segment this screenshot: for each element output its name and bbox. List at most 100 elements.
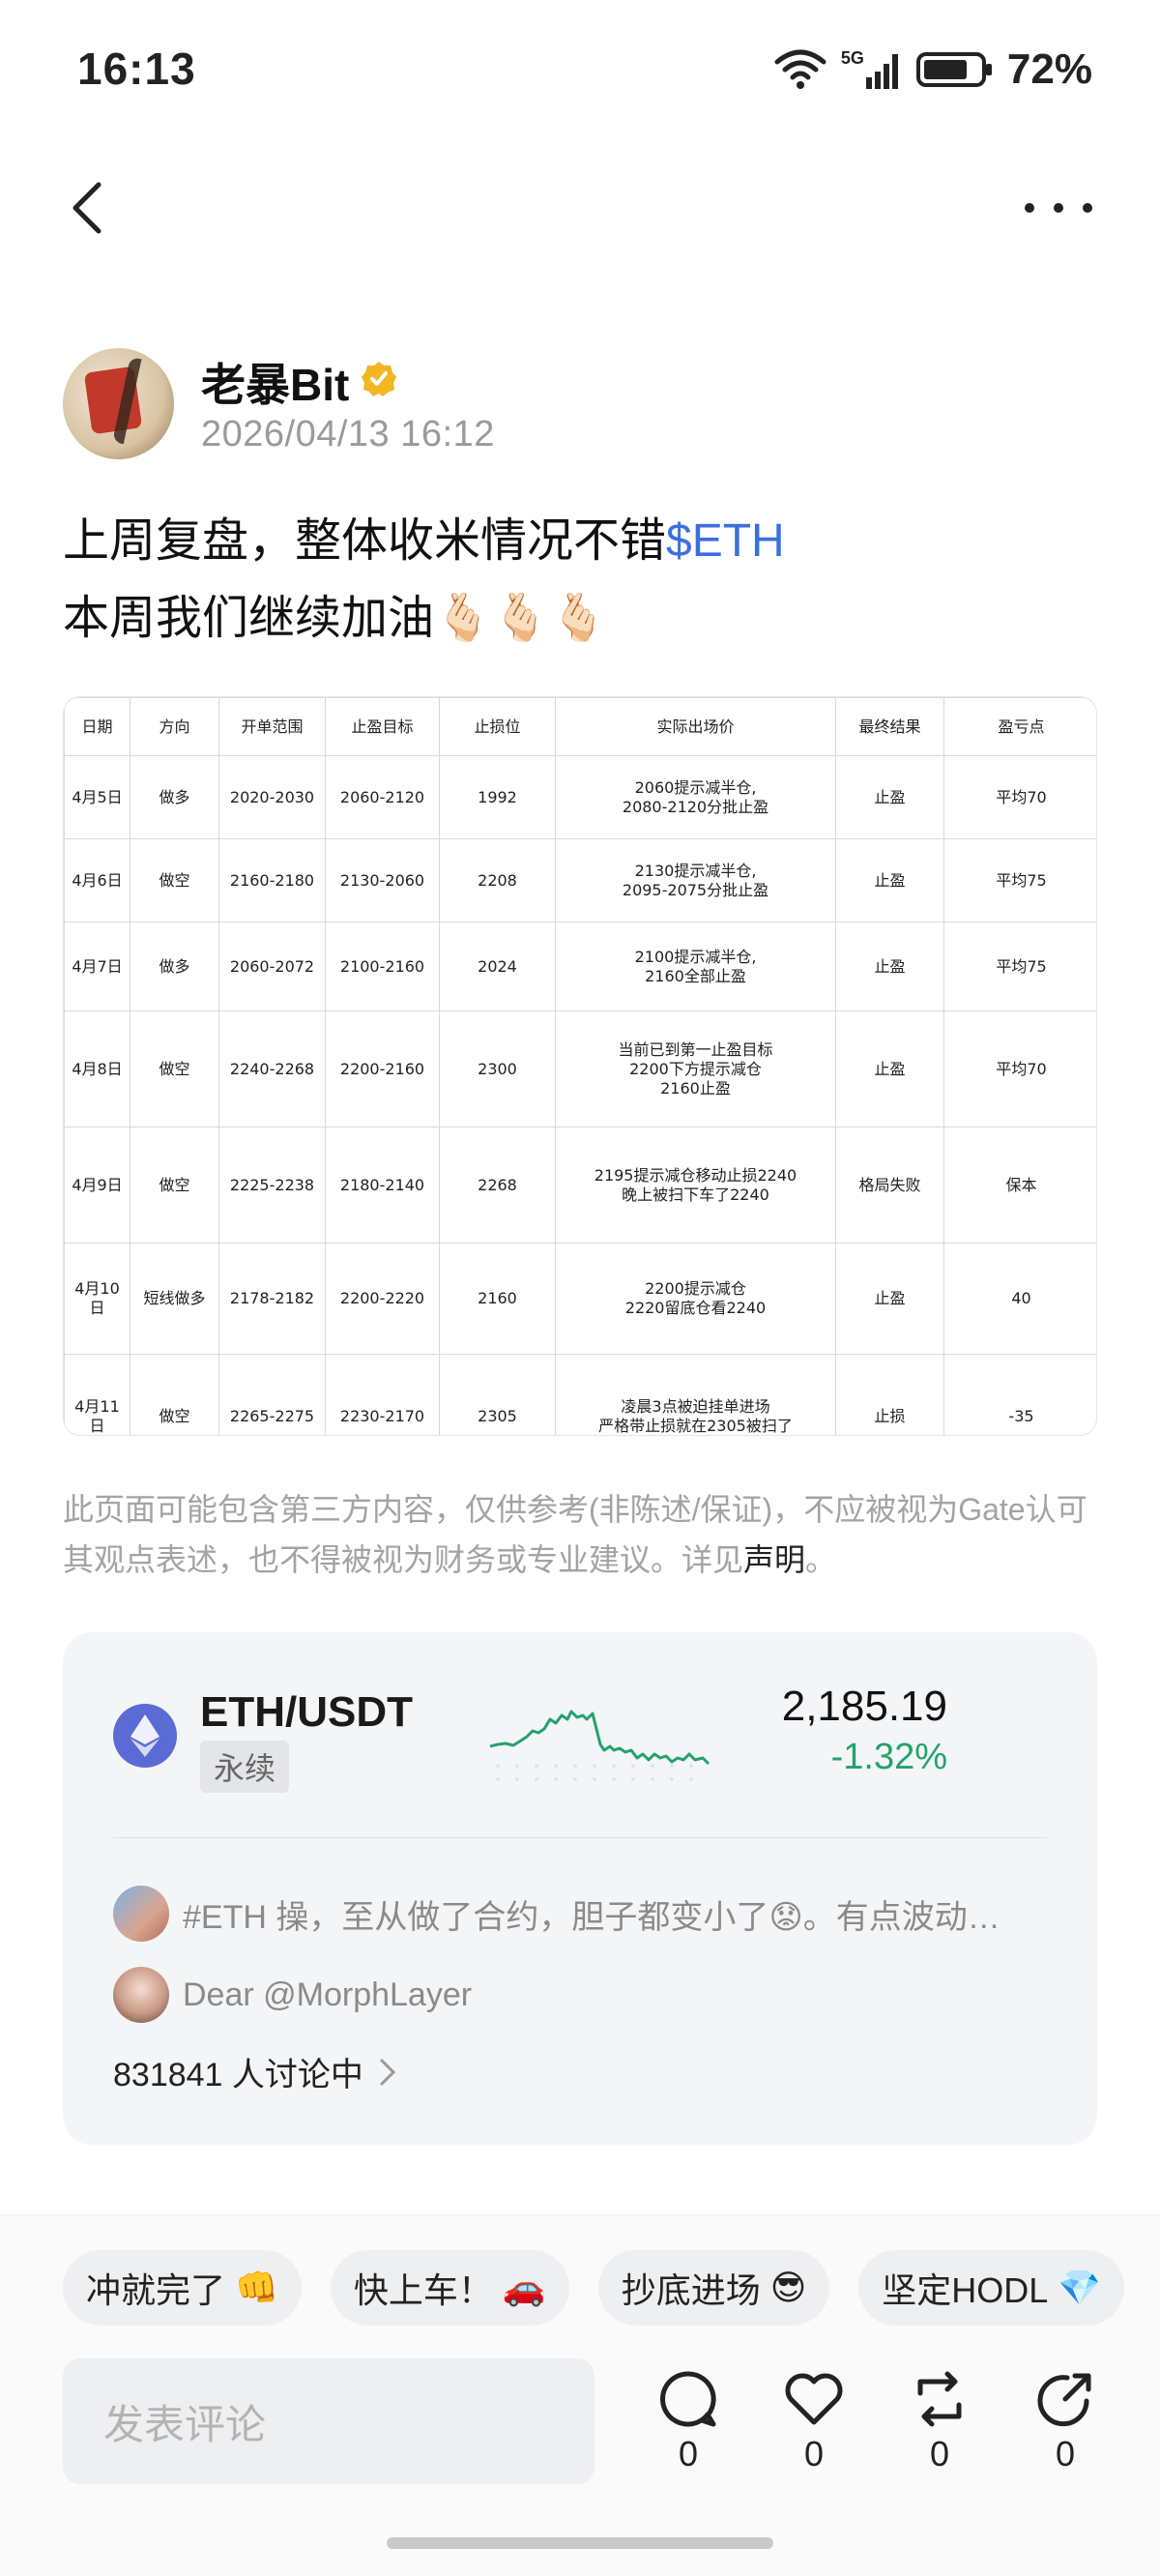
table-cell: 4月7日 bbox=[64, 922, 130, 1011]
quick-reply-chip[interactable]: 冲就完了 👊 bbox=[63, 2250, 302, 2326]
chip-emoji-icon: 👊 bbox=[235, 2268, 278, 2307]
table-cell: 2200-2220 bbox=[325, 1243, 440, 1355]
table-cell: 做多 bbox=[130, 755, 219, 839]
table-cell: 2230-2170 bbox=[325, 1354, 440, 1435]
post-line-1: 上周复盘，整体收米情况不错$ETH bbox=[63, 515, 785, 567]
table-cell: 2100-2160 bbox=[325, 922, 440, 1011]
table-cell: 平均75 bbox=[943, 922, 1096, 1011]
status-icons: 5G 72% bbox=[773, 43, 1092, 97]
table-cell: -35 bbox=[943, 1354, 1096, 1435]
chip-emoji-icon: 💎 bbox=[1058, 2268, 1102, 2307]
table-header-row: 日期 方向 开单范围 止盈目标 止损位 实际出场价 最终结果 盈亏点 bbox=[64, 697, 1096, 756]
table-cell: 止盈 bbox=[835, 1010, 944, 1127]
table-cell: 平均70 bbox=[943, 1010, 1096, 1127]
commenter-avatar bbox=[113, 1967, 169, 2023]
table-row: 4月8日 做空 2240-2268 2200-2160 2300 当前已到第一止盈目标 2… bbox=[64, 1010, 1096, 1127]
home-indicator bbox=[387, 2537, 773, 2549]
bottom-bar: 冲就完了 👊 快上车！ 🚗 抄底进场 😎 坚定HODL 💎 发表评论 0 0 0 0 bbox=[0, 2214, 1160, 2576]
comment-input[interactable]: 发表评论 bbox=[63, 2358, 594, 2484]
table-cell: 2200-2160 bbox=[325, 1010, 440, 1127]
share-icon bbox=[1037, 2373, 1091, 2427]
discussion-count-link[interactable]: 831841 人讨论中 bbox=[113, 2048, 396, 2095]
table-cell: 2180-2140 bbox=[325, 1127, 440, 1244]
table-cell: 40 bbox=[943, 1243, 1096, 1355]
post-content: 上周复盘，整体收米情况不错$ETH 本周我们继续加油🫰🏻🫰🏻🫰🏻 bbox=[63, 503, 1107, 658]
table-cell: 平均75 bbox=[943, 838, 1096, 922]
comment-preview-2[interactable]: Dear @MorphLayer bbox=[113, 1967, 472, 2023]
status-time: 16:13 bbox=[77, 44, 196, 94]
table-header-cell: 止损位 bbox=[439, 697, 556, 756]
trade-table: 日期 方向 开单范围 止盈目标 止损位 实际出场价 最终结果 盈亏点 4月5日 做多 2020-2… bbox=[64, 697, 1096, 1435]
table-cell: 止盈 bbox=[835, 1243, 944, 1355]
table-cell: 格局失败 bbox=[835, 1127, 944, 1244]
status-bar: 16:13 5G 72% bbox=[0, 0, 1160, 135]
author-avatar[interactable] bbox=[63, 348, 174, 459]
table-cell: 2178-2182 bbox=[218, 1243, 326, 1355]
quick-reply-chip[interactable]: 坚定HODL 💎 bbox=[858, 2250, 1125, 2326]
post-timestamp: 2026/04/13 16:12 bbox=[201, 414, 495, 454]
table-cell: 2208 bbox=[439, 838, 556, 922]
back-icon[interactable] bbox=[58, 174, 116, 242]
signal-icon: 5G bbox=[841, 48, 903, 91]
table-cell: 2305 bbox=[439, 1354, 556, 1435]
post-line-2: 本周我们继续加油🫰🏻🫰🏻🫰🏻 bbox=[63, 593, 608, 644]
eth-logo-icon bbox=[113, 1704, 177, 1768]
price-change: -1.32% bbox=[830, 1737, 947, 1777]
battery-icon bbox=[915, 52, 992, 87]
table-cell: 做空 bbox=[130, 1127, 219, 1244]
table-cell: 止盈 bbox=[835, 755, 944, 839]
comment-button[interactable]: 0 bbox=[645, 2368, 732, 2474]
table-cell: 2060-2072 bbox=[218, 922, 326, 1011]
table-header-cell: 开单范围 bbox=[218, 697, 326, 756]
commenter-avatar bbox=[113, 1886, 169, 1942]
table-row: 4月5日 做多 2020-2030 2060-2120 1992 2060提示减半仓, 2… bbox=[64, 755, 1096, 839]
table-row: 4月10日 短线做多 2178-2182 2200-2220 2160 2200提示减仓 … bbox=[64, 1243, 1096, 1355]
market-card[interactable]: ETH/USDT 永续 2,185.19 -1.32% #ETH 操，至从做了合… bbox=[63, 1632, 1097, 2145]
table-row: 4月7日 做多 2060-2072 2100-2160 2024 2100提示减半仓, 2… bbox=[64, 922, 1096, 1011]
table-cell: 做空 bbox=[130, 1010, 219, 1127]
like-button[interactable]: 0 bbox=[770, 2368, 857, 2474]
table-cell: 1992 bbox=[439, 755, 556, 839]
quick-reply-chip[interactable]: 快上车！ 🚗 bbox=[330, 2250, 569, 2326]
table-cell: 止损 bbox=[835, 1354, 944, 1435]
table-cell: 2160-2180 bbox=[218, 838, 326, 922]
share-button[interactable]: 0 bbox=[1022, 2368, 1109, 2474]
table-cell: 2100提示减半仓, 2160全部止盈 bbox=[555, 922, 836, 1011]
hashtag-eth[interactable]: $ETH bbox=[666, 515, 785, 567]
table-cell: 2020-2030 bbox=[218, 755, 326, 839]
table-cell: 2225-2238 bbox=[218, 1127, 326, 1244]
card-divider bbox=[113, 1837, 1047, 1838]
table-cell: 止盈 bbox=[835, 922, 944, 1011]
disclaimer: 此页面可能包含第三方内容，仅供参考(非陈述/保证)，不应被视为Gate认可其观点… bbox=[63, 1492, 1088, 1577]
price: 2,185.19 bbox=[781, 1683, 947, 1730]
disclaimer-link[interactable]: 声明 bbox=[743, 1542, 805, 1577]
table-cell: 保本 bbox=[943, 1127, 1096, 1244]
price-sparkline bbox=[489, 1710, 710, 1781]
table-cell: 2200提示减仓 2220留底仓看2240 bbox=[555, 1243, 836, 1355]
table-cell: 2265-2275 bbox=[218, 1354, 326, 1435]
chip-emoji-icon: 😎 bbox=[769, 2268, 807, 2307]
table-cell: 4月5日 bbox=[64, 755, 130, 839]
contract-type-badge: 永续 bbox=[200, 1741, 290, 1793]
author-name[interactable]: 老暴Bit bbox=[201, 350, 349, 414]
quick-reply-chip[interactable]: 抄底进场 😎 bbox=[597, 2250, 830, 2326]
table-row: 4月11日 做空 2265-2275 2230-2170 2305 凌晨3点被迫挂单进场 … bbox=[64, 1354, 1096, 1435]
table-header-cell: 方向 bbox=[130, 697, 219, 756]
table-cell: 2024 bbox=[439, 922, 556, 1011]
more-options-icon[interactable] bbox=[1025, 184, 1092, 232]
chevron-right-icon bbox=[380, 2059, 396, 2085]
comment-preview-1[interactable]: #ETH 操，至从做了合约，胆子都变小了😟。有点波动… bbox=[113, 1886, 1000, 1942]
table-cell: 当前已到第一止盈目标 2200下方提示减仓 2160止盈 bbox=[555, 1010, 836, 1127]
table-cell: 2060-2120 bbox=[325, 755, 440, 839]
table-cell: 4月8日 bbox=[64, 1010, 130, 1127]
table-cell: 做空 bbox=[130, 838, 219, 922]
table-cell: 做空 bbox=[130, 1354, 219, 1435]
table-row: 4月9日 做空 2225-2238 2180-2140 2268 2195提示减仓移动止损… bbox=[64, 1127, 1096, 1244]
table-header-cell: 日期 bbox=[64, 697, 130, 756]
table-cell: 2300 bbox=[439, 1010, 556, 1127]
trade-record-image[interactable]: 日期 方向 开单范围 止盈目标 止损位 实际出场价 最终结果 盈亏点 4月5日 做多 2020-2… bbox=[63, 696, 1097, 1436]
table-cell: 2060提示减半仓, 2080-2120分批止盈 bbox=[555, 755, 836, 839]
table-body: 4月5日 做多 2020-2030 2060-2120 1992 2060提示减半仓, 2… bbox=[64, 755, 1096, 1435]
table-cell: 4月6日 bbox=[64, 838, 130, 922]
repost-button[interactable]: 0 bbox=[896, 2368, 983, 2474]
